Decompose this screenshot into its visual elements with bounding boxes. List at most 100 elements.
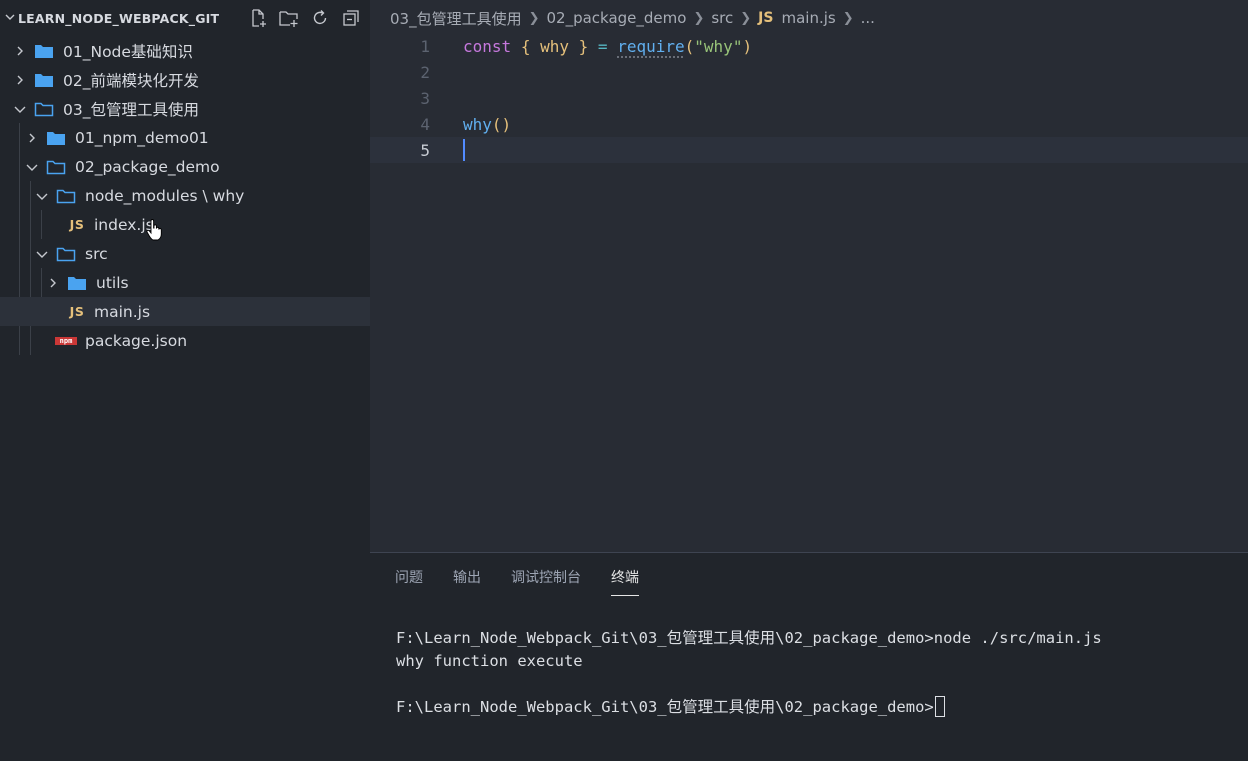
folder-open-icon	[34, 101, 54, 117]
chevron-right-icon[interactable]	[24, 130, 40, 146]
paren-token: ()	[491, 114, 512, 134]
tree-item-label: main.js	[94, 302, 151, 321]
variable-token: why	[540, 36, 569, 56]
js-file-icon: JS	[758, 10, 774, 26]
breadcrumb: 03_包管理工具使用 ❯ 02_package_demo ❯ src ❯ JS …	[370, 0, 1248, 36]
tree-item-utils[interactable]: utils	[0, 268, 370, 297]
chevron-right-icon[interactable]	[45, 275, 61, 291]
folder-open-icon	[56, 246, 76, 262]
tree-item-label: src	[85, 244, 108, 263]
new-folder-icon[interactable]	[277, 6, 301, 30]
tree-item-01-npm-demo01[interactable]: 01_npm_demo01	[0, 123, 370, 152]
tab-terminal[interactable]: 终端	[611, 567, 639, 596]
panel-tabs: 问题 输出 调试控制台 终端	[395, 567, 639, 596]
chevron-right-icon: ❯	[528, 10, 540, 26]
tree-item-package-json[interactable]: npm package.json	[0, 326, 370, 355]
tree-item-index-js[interactable]: JS index.js	[0, 210, 370, 239]
chevron-down-icon[interactable]	[34, 188, 50, 204]
chevron-down-icon[interactable]	[34, 246, 50, 262]
tree-item-label: 03_包管理工具使用	[63, 100, 199, 119]
terminal-line: why function execute	[396, 652, 583, 670]
code-line[interactable]: 2	[370, 59, 1248, 85]
keyword-token: const	[463, 36, 512, 56]
tree-item-label: 02_前端模块化开发	[63, 71, 199, 90]
folder-open-icon	[56, 188, 76, 204]
tree-item-label: node_modules \ why	[85, 186, 245, 205]
chevron-right-icon[interactable]	[12, 43, 28, 59]
refresh-icon[interactable]	[308, 6, 332, 30]
npm-file-icon: npm	[55, 336, 77, 345]
breadcrumb-file[interactable]: main.js	[781, 9, 835, 27]
tree-item-node-modules-why[interactable]: node_modules \ why	[0, 181, 370, 210]
code-text: why()	[463, 115, 511, 134]
breadcrumb-item[interactable]: 03_包管理工具使用	[390, 8, 522, 29]
tree-item-label: index.js	[94, 215, 154, 234]
tree-item-03-package-tools[interactable]: 03_包管理工具使用	[0, 94, 370, 123]
tree-item-01-node[interactable]: 01_Node基础知识	[0, 36, 370, 65]
breadcrumb-item[interactable]: 02_package_demo	[547, 9, 687, 27]
explorer-header[interactable]: LEARN_NODE_WEBPACK_GIT	[0, 0, 370, 36]
tab-debug-console[interactable]: 调试控制台	[511, 567, 581, 596]
function-token: why	[463, 114, 492, 134]
brace-token: }	[578, 36, 589, 56]
file-tree: 01_Node基础知识 02_前端模块化开发 03_包管理工具使用 01_npm…	[0, 36, 370, 355]
operator-token: =	[597, 36, 608, 56]
line-number: 2	[420, 62, 430, 82]
tab-problems[interactable]: 问题	[395, 567, 423, 596]
tree-item-label: package.json	[85, 331, 188, 350]
line-number: 3	[420, 88, 430, 108]
brace-token: {	[520, 36, 531, 56]
code-line[interactable]: 4 why()	[370, 111, 1248, 137]
tree-item-label: 01_Node基础知识	[63, 42, 193, 61]
terminal-line-empty	[396, 673, 1102, 696]
js-file-icon: JS	[69, 217, 85, 232]
terminal-cursor	[934, 696, 945, 717]
vscode-window: LEARN_NODE_WEBPACK_GIT 01_Node基础知识 02_前端…	[0, 0, 1248, 761]
line-number: 1	[420, 36, 430, 56]
tree-item-label: utils	[96, 273, 129, 292]
terminal[interactable]: F:\Learn_Node_Webpack_Git\03_包管理工具使用\02_…	[396, 627, 1102, 719]
bottom-panel: 问题 输出 调试控制台 终端 F:\Learn_Node_Webpack_Git…	[370, 552, 1248, 761]
text-caret	[463, 139, 465, 161]
terminal-line: F:\Learn_Node_Webpack_Git\03_包管理工具使用\02_…	[396, 629, 1102, 647]
paren-token: (	[684, 36, 695, 56]
explorer-sidebar: LEARN_NODE_WEBPACK_GIT 01_Node基础知识 02_前端…	[0, 0, 370, 761]
tree-item-main-js[interactable]: JS main.js	[0, 297, 370, 326]
tree-item-src[interactable]: src	[0, 239, 370, 268]
code-editor[interactable]: 1 const { why } = require("why") 2 3 4 w…	[370, 36, 1248, 552]
tree-item-02-frontend[interactable]: 02_前端模块化开发	[0, 65, 370, 94]
folder-icon	[34, 72, 54, 88]
js-file-icon: JS	[69, 304, 85, 319]
line-number: 5	[420, 140, 430, 160]
folder-icon	[67, 275, 87, 291]
folder-open-icon	[46, 159, 66, 175]
tree-item-label: 01_npm_demo01	[75, 128, 209, 147]
new-file-icon[interactable]	[246, 6, 270, 30]
terminal-prompt-line: F:\Learn_Node_Webpack_Git\03_包管理工具使用\02_…	[396, 696, 1102, 719]
code-line[interactable]: 1 const { why } = require("why")	[370, 33, 1248, 59]
chevron-right-icon: ❯	[740, 10, 752, 26]
terminal-prompt: F:\Learn_Node_Webpack_Git\03_包管理工具使用\02_…	[396, 698, 934, 716]
folder-icon	[34, 43, 54, 59]
collapse-all-icon[interactable]	[339, 6, 363, 30]
chevron-down-icon[interactable]	[4, 11, 16, 26]
string-token: "why"	[694, 36, 743, 56]
hand-pointer-cursor-icon	[146, 219, 164, 245]
function-token: require	[617, 36, 685, 56]
tab-output[interactable]: 输出	[453, 567, 481, 596]
tree-item-02-package-demo[interactable]: 02_package_demo	[0, 152, 370, 181]
chevron-down-icon[interactable]	[24, 159, 40, 175]
chevron-down-icon[interactable]	[12, 101, 28, 117]
tree-item-label: 02_package_demo	[75, 157, 220, 176]
folder-icon	[46, 130, 66, 146]
line-number: 4	[420, 114, 430, 134]
chevron-right-icon[interactable]	[12, 72, 28, 88]
code-text: const { why } = require("why")	[463, 37, 752, 56]
breadcrumb-more[interactable]: ...	[861, 9, 875, 27]
paren-token: )	[742, 36, 753, 56]
code-line[interactable]: 3	[370, 85, 1248, 111]
breadcrumb-item[interactable]: src	[711, 9, 733, 27]
chevron-right-icon: ❯	[842, 10, 854, 26]
explorer-title: LEARN_NODE_WEBPACK_GIT	[18, 10, 220, 26]
code-line-current[interactable]: 5	[370, 137, 1248, 163]
